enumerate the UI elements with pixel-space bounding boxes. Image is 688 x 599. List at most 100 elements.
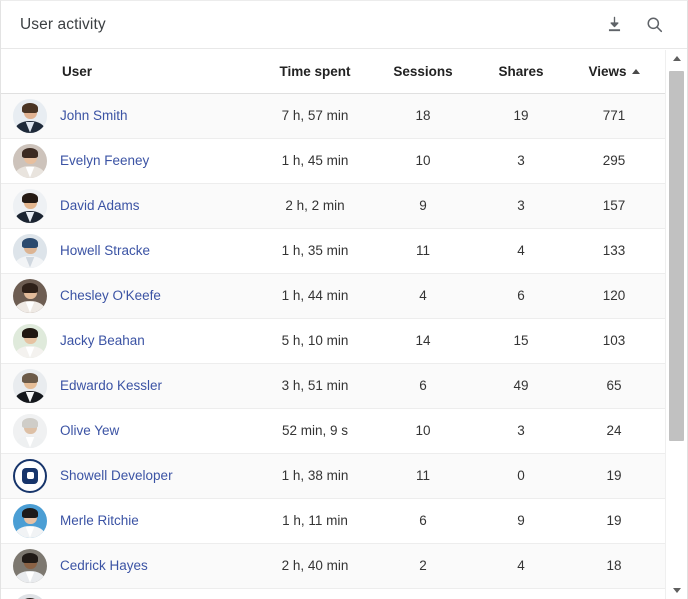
table-scroll-area: User Time spent Sessions Shares Views Jo… — [1, 50, 665, 599]
user-cell: Cedrick Hayes — [13, 548, 259, 583]
avatar-hair — [22, 372, 38, 383]
card-header: User activity — [1, 1, 687, 49]
user-activity-card: User activity User Time spent Sessions S… — [0, 0, 688, 599]
user-name-link[interactable]: Evelyn Feeney — [60, 153, 149, 168]
user-name-link[interactable]: Olive Yew — [60, 423, 119, 438]
user-name-link[interactable]: David Adams — [60, 198, 140, 213]
cell-sessions: 11 — [371, 228, 475, 274]
avatar — [13, 98, 47, 133]
table-row[interactable]: John Smith 7 h, 57 min 18 19 771 — [1, 93, 665, 139]
cell-time-spent: 52 min, 9 s — [259, 408, 371, 454]
cell-user: Merle Ritchie — [1, 498, 259, 544]
table-body: John Smith 7 h, 57 min 18 19 771 Evelyn Feene… — [1, 93, 665, 599]
cell-user: Jacky Beahan — [1, 318, 259, 364]
user-cell: Chesley O'Keefe — [13, 278, 259, 313]
cell-views: 133 — [567, 228, 665, 274]
user-name-link[interactable]: Merle Ritchie — [60, 513, 139, 528]
user-name-link[interactable]: Edwardo Kessler — [60, 378, 162, 393]
avatar — [13, 368, 47, 403]
table-row[interactable]: Olive Yew 52 min, 9 s 10 3 24 — [1, 408, 665, 454]
column-header-shares[interactable]: Shares — [475, 50, 567, 94]
cell-sessions: 6 — [371, 498, 475, 544]
table-row[interactable]: Cedrick Hayes 2 h, 40 min 2 4 18 — [1, 543, 665, 589]
cell-time-spent: 3 h, 51 min — [259, 363, 371, 409]
table-row[interactable]: Showell Developer 1 h, 38 min 11 0 19 — [1, 453, 665, 499]
cell-views: 157 — [567, 183, 665, 229]
cell-views: 24 — [567, 408, 665, 454]
table-row[interactable]: Merle Ritchie 1 h, 11 min 6 9 19 — [1, 498, 665, 544]
avatar-hair — [22, 192, 38, 203]
cell-user: Showell Developer — [1, 453, 259, 499]
table-row[interactable]: Jacky Beahan 5 h, 10 min 14 15 103 — [1, 318, 665, 364]
cell-sessions: 18 — [371, 93, 475, 139]
column-header-shares-label: Shares — [498, 63, 544, 79]
avatar-hair — [22, 237, 38, 248]
avatar — [13, 503, 47, 538]
table-row[interactable] — [1, 588, 665, 599]
user-name-link[interactable]: Cedrick Hayes — [60, 558, 148, 573]
vertical-scrollbar[interactable] — [665, 50, 687, 599]
table-row[interactable]: Edwardo Kessler 3 h, 51 min 6 49 65 — [1, 363, 665, 409]
scroll-up-arrow[interactable] — [666, 50, 687, 67]
cell-time-spent: 1 h, 45 min — [259, 138, 371, 184]
avatar-hair — [22, 552, 38, 563]
avatar — [13, 458, 47, 493]
user-name-link[interactable]: Showell Developer — [60, 468, 173, 483]
column-header-time-spent[interactable]: Time spent — [259, 50, 371, 94]
table-row[interactable]: Evelyn Feeney 1 h, 45 min 10 3 295 — [1, 138, 665, 184]
scroll-down-arrow[interactable] — [666, 582, 687, 599]
user-cell — [13, 593, 259, 599]
cell-user — [1, 588, 259, 599]
cell-views: 65 — [567, 363, 665, 409]
cell-sessions: 2 — [371, 543, 475, 589]
sort-ascending-icon — [631, 68, 640, 74]
cell-user: John Smith — [1, 93, 259, 139]
cell-time-spent: 7 h, 57 min — [259, 93, 371, 139]
column-header-views-label: Views — [588, 63, 627, 79]
cell-sessions: 4 — [371, 273, 475, 319]
user-name-link[interactable]: Howell Stracke — [60, 243, 150, 258]
cell-user: Howell Stracke — [1, 228, 259, 274]
cell-time-spent: 1 h, 38 min — [259, 453, 371, 499]
table-row[interactable]: David Adams 2 h, 2 min 9 3 157 — [1, 183, 665, 229]
cell-views: 103 — [567, 318, 665, 364]
cell-sessions: 10 — [371, 408, 475, 454]
column-header-views[interactable]: Views — [567, 50, 665, 94]
cell-sessions: 9 — [371, 183, 475, 229]
column-header-user[interactable]: User — [1, 50, 259, 94]
user-cell: Olive Yew — [13, 413, 259, 448]
column-header-sessions[interactable]: Sessions — [371, 50, 475, 94]
cell-user: Evelyn Feeney — [1, 138, 259, 184]
cell-time-spent: 2 h, 40 min — [259, 543, 371, 589]
scrollbar-track[interactable] — [668, 67, 685, 582]
cell-views: 19 — [567, 453, 665, 499]
user-cell: Merle Ritchie — [13, 503, 259, 538]
scrollbar-thumb[interactable] — [669, 71, 684, 441]
avatar-hair — [22, 147, 38, 158]
user-cell: Jacky Beahan — [13, 323, 259, 358]
cell-views: 18 — [567, 543, 665, 589]
download-icon[interactable] — [603, 14, 625, 36]
avatar-hair — [22, 507, 38, 518]
user-name-link[interactable]: Jacky Beahan — [60, 333, 145, 348]
scroll-down-arrow-icon — [672, 588, 681, 593]
table-header: User Time spent Sessions Shares Views — [1, 50, 665, 94]
cell-shares: 19 — [475, 93, 567, 139]
table-row[interactable]: Chesley O'Keefe 1 h, 44 min 4 6 120 — [1, 273, 665, 319]
header-actions — [603, 14, 671, 36]
cell-views: 771 — [567, 93, 665, 139]
avatar — [13, 323, 47, 358]
column-header-sessions-label: Sessions — [393, 63, 453, 79]
user-cell: John Smith — [13, 98, 259, 133]
cell-time-spent: 1 h, 44 min — [259, 273, 371, 319]
cell-shares: 6 — [475, 273, 567, 319]
table-row[interactable]: Howell Stracke 1 h, 35 min 11 4 133 — [1, 228, 665, 274]
user-name-link[interactable]: Chesley O'Keefe — [60, 288, 161, 303]
cell-shares: 0 — [475, 453, 567, 499]
cell-time-spent: 2 h, 2 min — [259, 183, 371, 229]
table-viewport: User Time spent Sessions Shares Views Jo… — [1, 50, 687, 599]
user-name-link[interactable]: John Smith — [60, 108, 128, 123]
cell-shares: 49 — [475, 363, 567, 409]
user-cell: Showell Developer — [13, 458, 259, 493]
search-icon[interactable] — [643, 14, 665, 36]
